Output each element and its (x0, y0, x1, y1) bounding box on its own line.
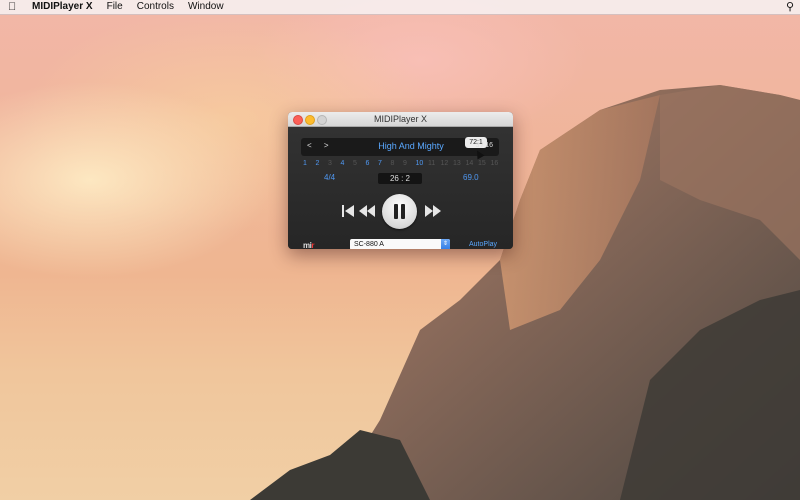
channel-2[interactable]: 2 (316, 160, 329, 167)
menu-controls[interactable]: Controls (137, 0, 174, 14)
channel-9[interactable]: 9 (403, 160, 416, 167)
menu-file[interactable]: File (107, 0, 123, 14)
pause-button[interactable] (382, 194, 417, 229)
song-display: < > High And Mighty 72:1 3 / 16 (301, 137, 499, 160)
desktop-wallpaper (0, 0, 800, 500)
app-logo: mir (303, 241, 314, 249)
menu-bar:  MIDIPlayer X File Controls Window ⚲ (0, 0, 800, 15)
tempo-display: 69.0 (463, 173, 479, 182)
time-signature: 4/4 (324, 173, 336, 182)
channel-selector: 1 2 3 4 5 6 7 8 9 10 11 12 13 14 15 16 (303, 160, 503, 167)
wallpaper-image (250, 85, 800, 500)
pause-icon (394, 204, 405, 219)
channel-7[interactable]: 7 (378, 160, 391, 167)
channel-10[interactable]: 10 (416, 160, 429, 167)
readouts: 4/4 26 : 2 69.0 (288, 173, 513, 185)
channel-16[interactable]: 16 (491, 160, 504, 167)
channel-1[interactable]: 1 (303, 160, 316, 167)
song-title: High And Mighty (378, 141, 444, 151)
menu-app-name[interactable]: MIDIPlayer X (32, 0, 93, 14)
channel-5[interactable]: 5 (353, 160, 366, 167)
mouse-cursor-icon (473, 148, 485, 160)
channel-11[interactable]: 11 (428, 160, 441, 167)
midi-device-value: SC-880 A (354, 241, 384, 248)
apple-menu-icon[interactable]:  (8, 0, 22, 14)
channel-15[interactable]: 15 (478, 160, 491, 167)
song-nav-buttons[interactable]: < > (307, 141, 334, 150)
channel-12[interactable]: 12 (441, 160, 454, 167)
spotlight-search-icon[interactable]: ⚲ (786, 0, 794, 14)
track-counter: 3 / 16 (475, 142, 493, 149)
channel-6[interactable]: 6 (366, 160, 379, 167)
channel-13[interactable]: 13 (453, 160, 466, 167)
autoplay-toggle[interactable]: AutoPlay (469, 241, 497, 248)
bottom-bar: mir SC-880 A ⇕ AutoPlay (288, 239, 513, 249)
channel-3[interactable]: 3 (328, 160, 341, 167)
skip-back-icon[interactable] (342, 204, 354, 218)
channel-8[interactable]: 8 (391, 160, 404, 167)
channel-14[interactable]: 14 (466, 160, 479, 167)
select-chevron-icon: ⇕ (441, 239, 450, 249)
transport-controls (288, 193, 513, 231)
fast-forward-icon[interactable] (425, 204, 441, 218)
menu-window[interactable]: Window (188, 0, 224, 14)
midi-device-select[interactable]: SC-880 A ⇕ (350, 239, 450, 249)
window-title: MIDIPlayer X (373, 114, 427, 124)
rewind-icon[interactable] (359, 204, 375, 218)
position-display: 26 : 2 (378, 173, 422, 184)
channel-4[interactable]: 4 (341, 160, 354, 167)
midiplayer-window: MIDIPlayer X < > High And Mighty 72:1 3 … (288, 112, 513, 249)
window-titlebar[interactable]: MIDIPlayer X (288, 112, 513, 127)
player-body: < > High And Mighty 72:1 3 / 16 12345678… (288, 127, 513, 249)
